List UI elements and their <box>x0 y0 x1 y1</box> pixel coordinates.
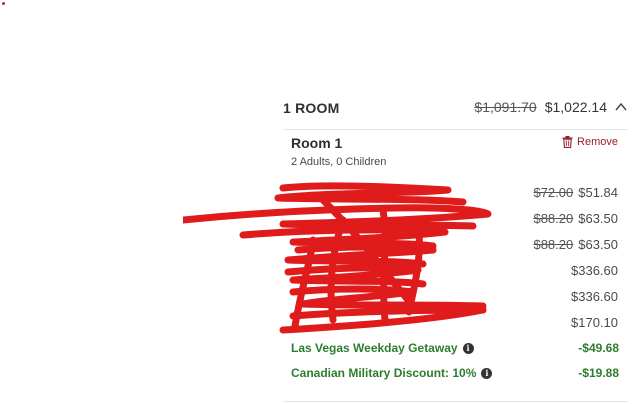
collapse-button[interactable] <box>614 100 628 114</box>
summary-price: $1,091.70 $1,022.14 <box>474 99 628 115</box>
chevron-up-icon <box>615 102 627 111</box>
discount-amount: -$49.68 <box>578 341 619 355</box>
room-count: 1 ROOM <box>283 100 340 116</box>
room-summary-header[interactable]: 1 ROOM $1,091.70 $1,022.14 <box>283 99 628 119</box>
nightly-price-list: $72.00 $51.84 $88.20 $63.50 $88.20 $63.50 $… <box>283 180 628 336</box>
price-row: $72.00 $51.84 <box>283 180 628 206</box>
price-row: $336.60 <box>283 258 628 284</box>
remove-room-button[interactable]: Remove <box>562 136 618 148</box>
room-guests: 2 Adults, 0 Children <box>291 156 387 168</box>
price-row-price: $336.60 <box>571 263 618 278</box>
discount-name: Canadian Military Discount: 10% <box>291 366 477 380</box>
info-icon[interactable]: i <box>481 367 493 379</box>
discount-row: Canadian Military Discount: 10% i -$19.8… <box>291 365 621 383</box>
red-dot <box>2 2 5 5</box>
remove-label: Remove <box>577 136 618 148</box>
price-row-price: $170.10 <box>571 315 618 330</box>
original-total: $1,091.70 <box>474 99 537 115</box>
room-title: Room 1 <box>291 135 343 151</box>
divider <box>283 401 628 402</box>
divider <box>283 129 628 130</box>
info-icon[interactable]: i <box>462 342 474 354</box>
discounted-total: $1,022.14 <box>544 99 607 115</box>
price-row: $88.20 $63.50 <box>283 232 628 258</box>
price-row-price: $63.50 <box>578 211 618 226</box>
price-row-original: $72.00 <box>533 185 574 200</box>
price-row: $170.10 <box>283 310 628 336</box>
price-row-price: $336.60 <box>571 289 618 304</box>
price-row-original: $88.20 <box>533 211 574 226</box>
price-row: $88.20 $63.50 <box>283 206 628 232</box>
trash-icon <box>562 136 573 148</box>
discount-row: Las Vegas Weekday Getaway i -$49.68 <box>291 340 621 358</box>
price-row-price: $63.50 <box>578 237 618 252</box>
discount-name: Las Vegas Weekday Getaway <box>291 341 458 355</box>
discount-amount: -$19.88 <box>578 366 619 380</box>
price-row: $336.60 <box>283 284 628 310</box>
price-row-original: $88.20 <box>533 237 574 252</box>
price-row-price: $51.84 <box>578 185 618 200</box>
booking-summary-panel: 1 ROOM $1,091.70 $1,022.14 Room 1 2 Adul… <box>283 92 628 404</box>
